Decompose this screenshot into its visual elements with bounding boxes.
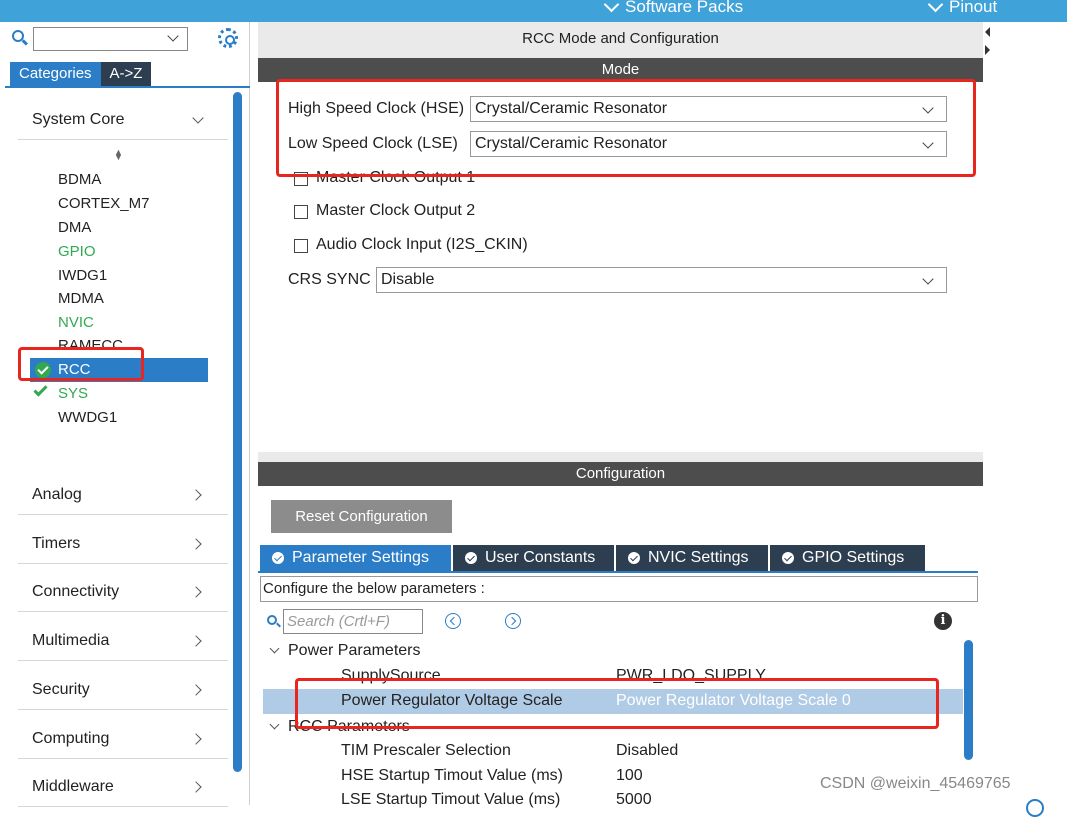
category-middleware[interactable]: Middleware: [18, 767, 228, 807]
peripheral-item-gpio[interactable]: GPIO: [58, 240, 96, 264]
peripheral-item-mdma[interactable]: MDMA: [58, 287, 104, 311]
sidebar-tabs: Categories A->Z: [10, 62, 152, 86]
audio-clock-checkbox[interactable]: [294, 239, 308, 253]
category-label: Computing: [32, 729, 110, 747]
param-value-hse-startup[interactable]: 100: [616, 764, 643, 788]
crs-sync-label: CRS SYNC: [288, 271, 371, 288]
param-value-lse-startup[interactable]: 5000: [616, 788, 652, 812]
sort-icon[interactable]: ▲ ▼: [114, 148, 123, 162]
chevron-right-icon: [190, 634, 202, 647]
category-label: Timers: [32, 534, 81, 552]
next-result-icon[interactable]: [505, 613, 521, 629]
chevron-right-icon: [190, 488, 202, 501]
expand-right-icon[interactable]: [985, 45, 990, 55]
check-circle-icon: [465, 552, 477, 564]
software-packs-label: Software Packs: [625, 0, 744, 16]
tab-label: GPIO Settings: [802, 549, 905, 566]
peripheral-item-dma[interactable]: DMA: [58, 216, 91, 240]
category-label: Middleware: [32, 777, 114, 795]
chevron-right-icon: [190, 585, 202, 598]
tab-user-constants[interactable]: User Constants: [453, 545, 614, 571]
category-timers[interactable]: Timers: [18, 524, 228, 564]
category-connectivity[interactable]: Connectivity: [18, 572, 228, 612]
top-menu-bar: [0, 0, 1067, 22]
category-label: Connectivity: [32, 582, 120, 600]
tab-a-to-z[interactable]: A->Z: [100, 62, 152, 86]
chevron-right-icon: [190, 683, 202, 696]
right-rail: [983, 22, 1067, 805]
info-icon[interactable]: i: [934, 612, 952, 630]
tab-label: User Constants: [485, 549, 596, 566]
peripheral-item-cortex-m7[interactable]: CORTEX_M7: [58, 192, 149, 216]
param-name-hse-startup: HSE Startup Timout Value (ms): [341, 767, 563, 784]
category-label: Security: [32, 680, 90, 698]
parameter-search-input[interactable]: Search (Crtl+F): [283, 609, 423, 634]
tab-categories[interactable]: Categories: [10, 62, 101, 86]
category-multimedia[interactable]: Multimedia: [18, 621, 228, 661]
mco2-checkbox[interactable]: [294, 205, 308, 219]
category-security[interactable]: Security: [18, 670, 228, 710]
annotation-box-hse-lse: [276, 79, 976, 177]
pinout-menu[interactable]: Pinout: [927, 0, 998, 18]
tab-gpio-settings[interactable]: GPIO Settings: [770, 545, 925, 571]
check-circle-icon: [782, 552, 794, 564]
software-packs-menu[interactable]: Software Packs: [603, 0, 744, 18]
category-label: Multimedia: [32, 631, 110, 649]
pinout-label: Pinout: [949, 0, 998, 16]
page-title: RCC Mode and Configuration: [522, 30, 719, 47]
search-icon: [267, 615, 277, 625]
param-name-tim-prescaler: TIM Prescaler Selection: [341, 742, 511, 759]
chevron-right-icon: [190, 537, 202, 550]
check-circle-icon: [272, 552, 284, 564]
category-search-combo[interactable]: [33, 27, 188, 51]
category-label: Analog: [32, 485, 82, 503]
chevron-down-icon: [927, 0, 944, 12]
tab-label: NVIC Settings: [648, 549, 749, 566]
audio-clock-label: Audio Clock Input (I2S_CKIN): [316, 236, 528, 253]
previous-result-icon[interactable]: [445, 613, 461, 629]
configure-instructions: Configure the below parameters :: [260, 576, 978, 602]
peripheral-item-iwdg1[interactable]: IWDG1: [58, 264, 107, 288]
param-value-tim-prescaler[interactable]: Disabled: [616, 739, 678, 763]
gear-icon[interactable]: [218, 28, 238, 48]
peripheral-item-bdma[interactable]: BDMA: [58, 168, 101, 192]
annotation-box-rcc: [18, 347, 144, 381]
peripheral-item-sys[interactable]: SYS: [58, 382, 88, 406]
configuration-section-header: Configuration: [258, 462, 983, 486]
chevron-down-icon: [167, 30, 179, 42]
scroll-up-icon[interactable]: [1026, 799, 1044, 817]
param-name-lse-startup: LSE Startup Timout Value (ms): [341, 791, 561, 808]
crs-sync-select[interactable]: Disable: [376, 267, 947, 293]
crs-sync-value: Disable: [381, 271, 435, 288]
tab-label: Parameter Settings: [292, 549, 429, 566]
reset-configuration-button[interactable]: Reset Configuration: [271, 500, 452, 533]
chevron-down-icon: [603, 0, 620, 12]
peripheral-item-nvic[interactable]: NVIC: [58, 311, 94, 335]
check-circle-icon: [628, 552, 640, 564]
chevron-down-icon: [922, 273, 934, 285]
tab-underline: [5, 86, 250, 88]
chevron-right-icon: [190, 732, 202, 745]
category-computing[interactable]: Computing: [18, 719, 228, 759]
search-icon: [12, 30, 24, 42]
parameter-scrollbar[interactable]: [964, 640, 973, 760]
watermark: CSDN @weixin_45469765: [820, 775, 1011, 792]
peripheral-item-wwdg1[interactable]: WWDG1: [58, 406, 117, 430]
category-analog[interactable]: Analog: [18, 475, 228, 515]
category-label: System Core: [32, 110, 125, 128]
group-power-parameters[interactable]: Power Parameters: [288, 639, 421, 663]
tab-nvic-settings[interactable]: NVIC Settings: [616, 545, 768, 571]
collapse-left-icon[interactable]: [985, 27, 990, 37]
chevron-right-icon: [190, 780, 202, 793]
tab-parameter-settings[interactable]: Parameter Settings: [260, 545, 451, 571]
tab-underline: [258, 571, 978, 573]
category-system-core[interactable]: System Core: [18, 100, 228, 140]
mco2-label: Master Clock Output 2: [316, 202, 476, 219]
sidebar-scrollbar[interactable]: [233, 92, 242, 772]
chevron-down-icon: [192, 112, 204, 124]
annotation-box-voltage-scale: [295, 678, 939, 729]
